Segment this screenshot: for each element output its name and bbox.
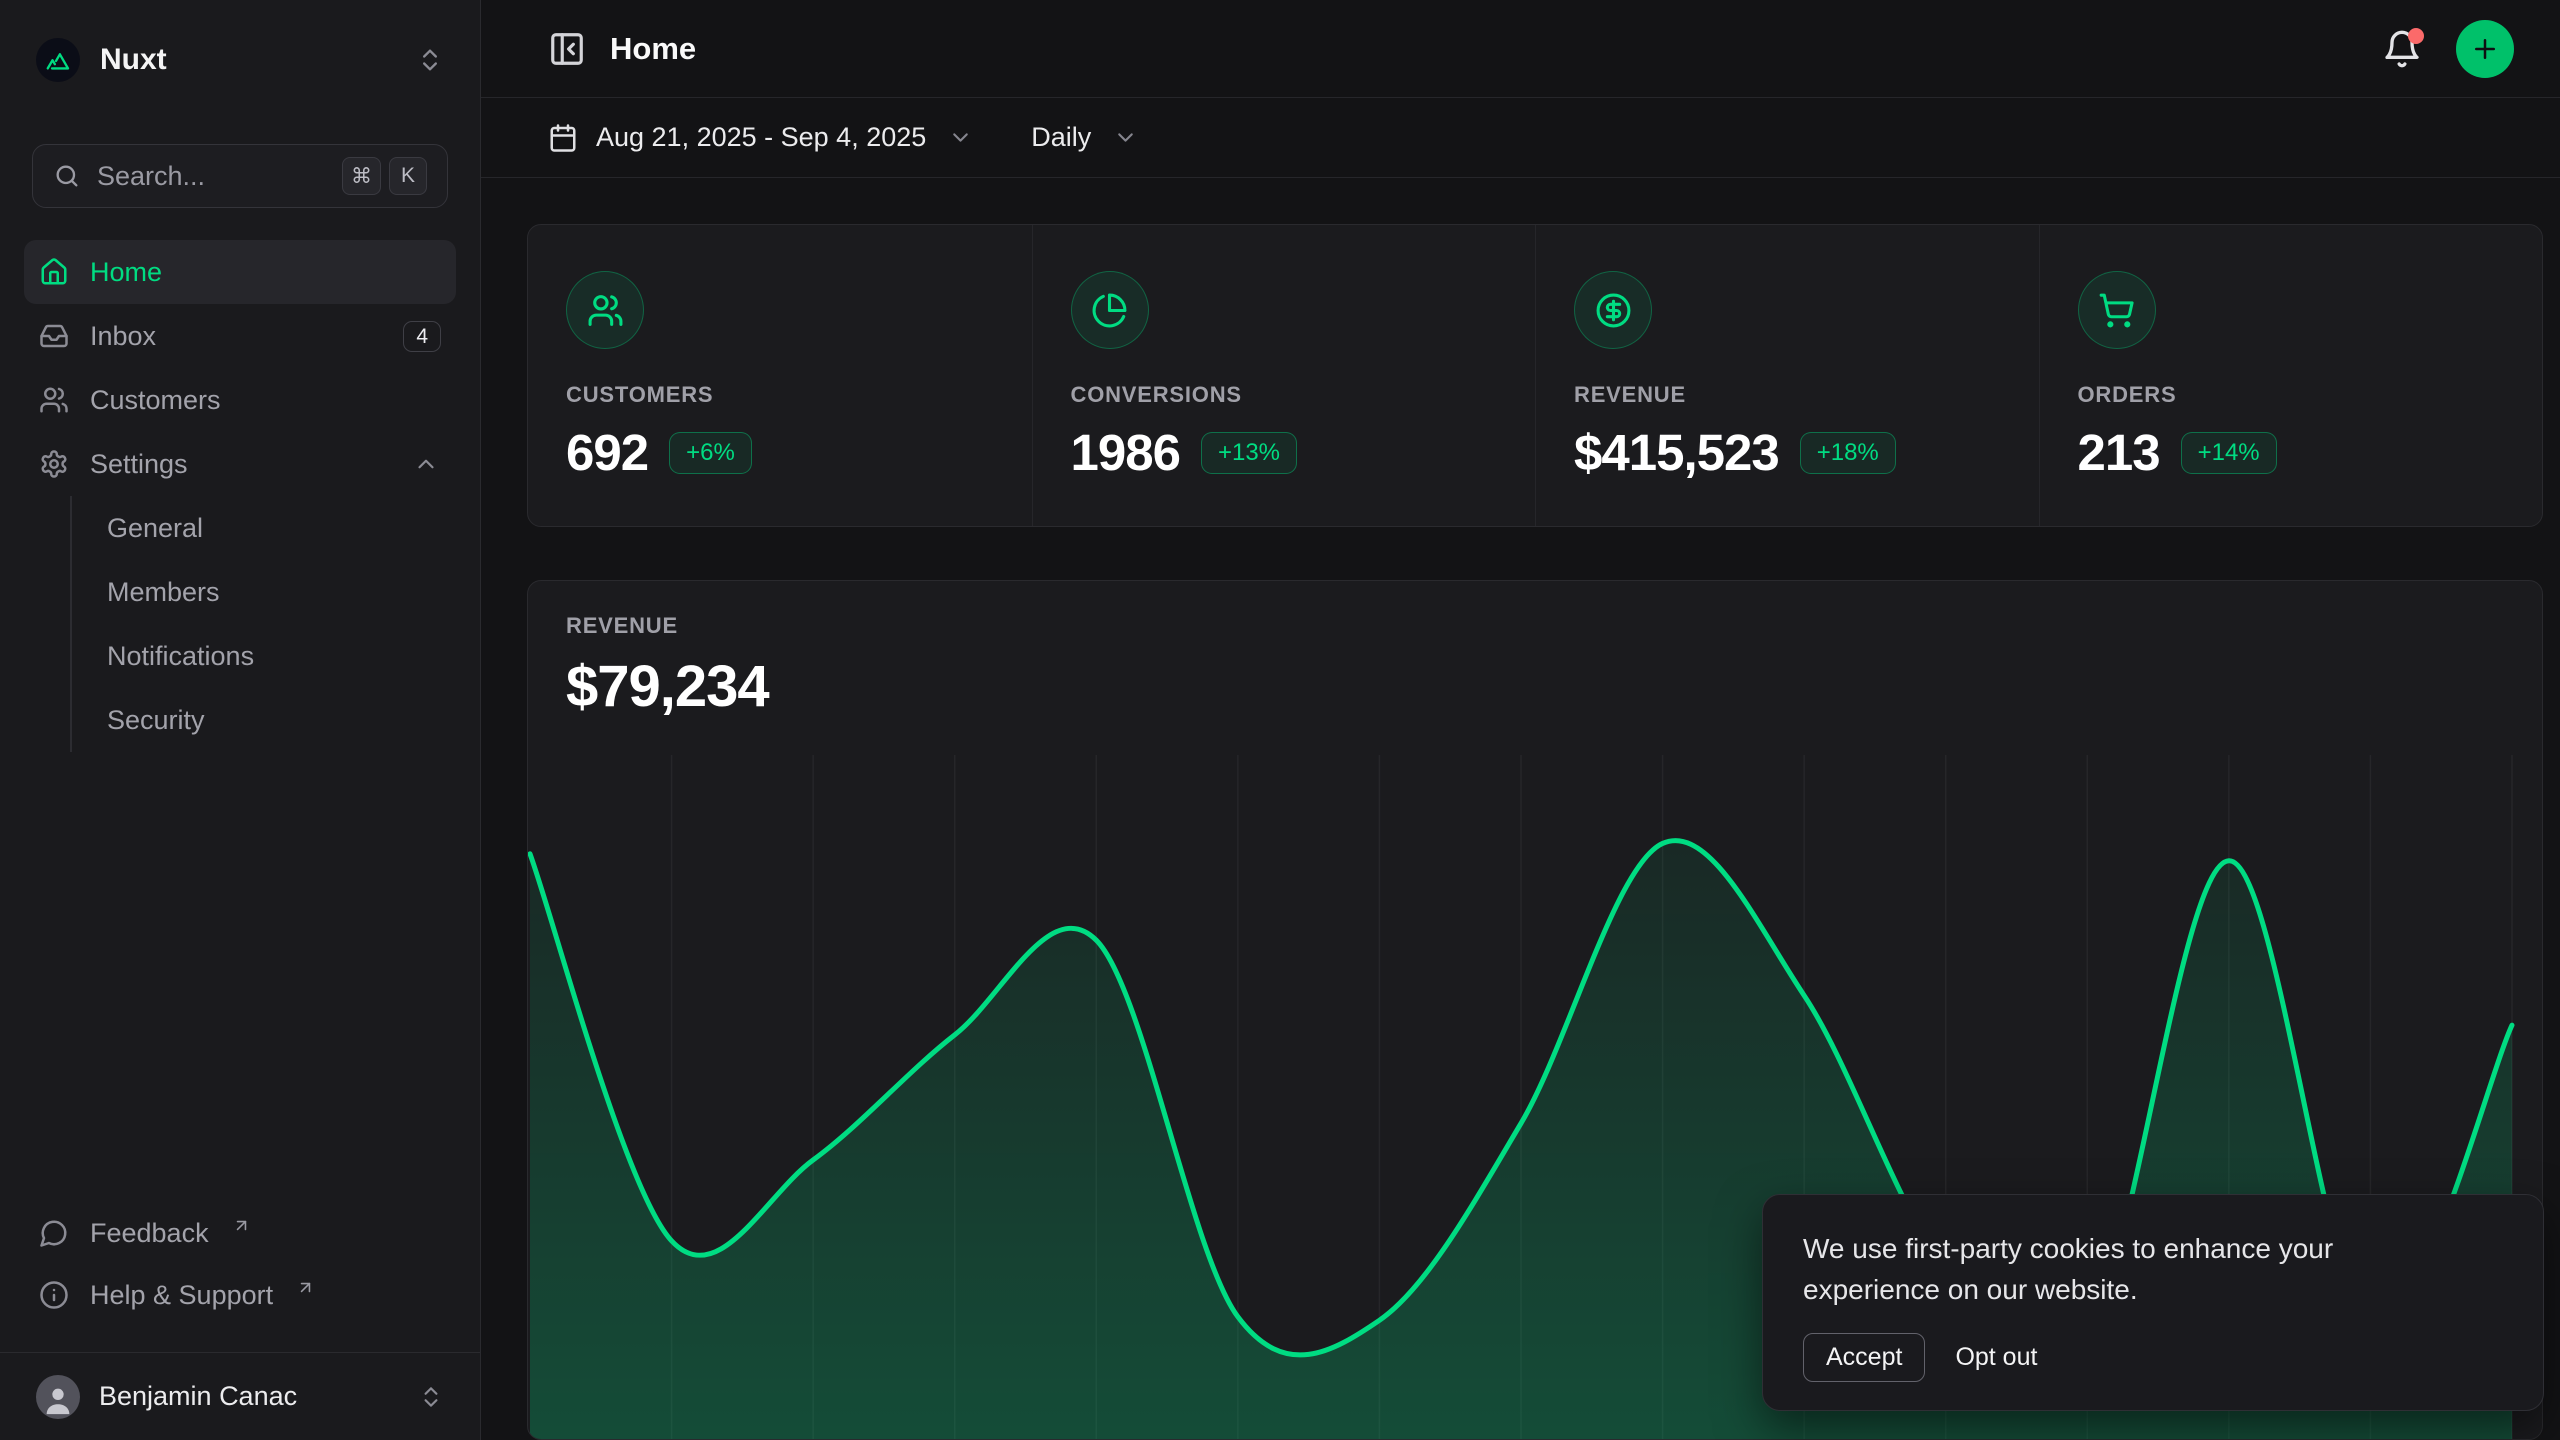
stat-delta-badge: +13%	[1201, 432, 1297, 474]
stat-delta-badge: +6%	[669, 432, 752, 474]
accept-cookies-button[interactable]: Accept	[1803, 1333, 1925, 1382]
granularity-select[interactable]: Daily	[1031, 122, 1138, 153]
calendar-icon	[548, 123, 578, 153]
kbd-k: K	[389, 157, 427, 195]
sidebar-item-inbox[interactable]: Inbox 4	[24, 304, 456, 368]
stat-value: $415,523	[1574, 423, 1779, 482]
stat-label: REVENUE	[1574, 382, 2039, 408]
nuxt-logo-icon	[36, 38, 80, 82]
gear-icon	[39, 449, 69, 479]
stat-label: CONVERSIONS	[1071, 382, 1536, 408]
stat-icon-circle	[1574, 271, 1652, 349]
avatar	[36, 1375, 80, 1419]
plus-icon	[2470, 34, 2500, 64]
cookie-banner: We use first-party cookies to enhance yo…	[1762, 1194, 2544, 1411]
chevrons-up-down-icon	[416, 46, 444, 74]
sidebar-item-home[interactable]: Home	[24, 240, 456, 304]
revenue-chart-label: REVENUE	[566, 613, 2542, 639]
home-icon	[39, 257, 69, 287]
chevron-down-icon	[1113, 125, 1138, 150]
chevrons-up-down-icon	[418, 1384, 444, 1410]
sidebar-spacer	[0, 752, 480, 1202]
stats-row: CUSTOMERS 692 +6% CONVERSIONS 1986 +13%	[527, 224, 2543, 527]
page-header: Home	[481, 0, 2560, 98]
date-range-value: Aug 21, 2025 - Sep 4, 2025	[596, 122, 926, 153]
users-icon	[587, 292, 624, 329]
stat-value: 1986	[1071, 423, 1180, 482]
sidebar-item-security[interactable]: Security	[72, 688, 456, 752]
sub-item-label: Security	[107, 705, 205, 736]
collapse-sidebar-button[interactable]	[548, 30, 586, 68]
add-button[interactable]	[2456, 20, 2514, 78]
sidebar-item-general[interactable]: General	[72, 496, 456, 560]
feedback-label: Feedback	[90, 1218, 209, 1249]
stat-icon-circle	[566, 271, 644, 349]
chevron-up-icon	[411, 451, 441, 477]
notification-dot	[2408, 28, 2424, 44]
sub-item-label: Members	[107, 577, 220, 608]
message-circle-icon	[39, 1218, 69, 1248]
chevron-down-icon	[948, 125, 973, 150]
page-title: Home	[610, 31, 696, 67]
stat-card-conversions[interactable]: CONVERSIONS 1986 +13%	[1032, 225, 1536, 526]
pie-chart-icon	[1091, 292, 1128, 329]
stat-card-customers[interactable]: CUSTOMERS 692 +6%	[528, 225, 1032, 526]
notifications-button[interactable]	[2382, 29, 2422, 69]
sub-item-label: General	[107, 513, 203, 544]
stat-label: CUSTOMERS	[566, 382, 1032, 408]
sidebar-item-notifications[interactable]: Notifications	[72, 624, 456, 688]
stat-card-orders[interactable]: ORDERS 213 +14%	[2039, 225, 2543, 526]
sidebar-item-label: Customers	[90, 385, 221, 416]
dollar-circle-icon	[1595, 292, 1632, 329]
external-link-arrow-icon	[232, 1216, 251, 1235]
granularity-value: Daily	[1031, 122, 1091, 153]
stat-icon-circle	[2078, 271, 2156, 349]
help-support-link[interactable]: Help & Support	[24, 1264, 456, 1326]
sidebar-item-settings[interactable]: Settings	[24, 432, 456, 496]
filters-toolbar: Aug 21, 2025 - Sep 4, 2025 Daily	[481, 98, 2560, 178]
optout-cookies-button[interactable]: Opt out	[1955, 1343, 2037, 1372]
stat-delta-badge: +14%	[2181, 432, 2277, 474]
users-icon	[39, 385, 69, 415]
search-input[interactable]: Search... ⌘ K	[32, 144, 448, 208]
stat-icon-circle	[1071, 271, 1149, 349]
cookie-message: We use first-party cookies to enhance yo…	[1803, 1228, 2423, 1310]
sidebar-item-label: Home	[90, 257, 162, 288]
search-placeholder: Search...	[97, 161, 205, 192]
stat-delta-badge: +18%	[1800, 432, 1896, 474]
stat-label: ORDERS	[2078, 382, 2543, 408]
shopping-cart-icon	[2098, 292, 2135, 329]
revenue-chart-value: $79,234	[566, 653, 2542, 720]
search-icon	[53, 162, 81, 190]
external-link-arrow-icon	[296, 1278, 315, 1297]
date-range-picker[interactable]: Aug 21, 2025 - Sep 4, 2025	[548, 122, 973, 153]
workspace-switcher[interactable]: Nuxt	[24, 26, 456, 94]
kbd-cmd: ⌘	[342, 157, 381, 195]
sidebar-item-label: Inbox	[90, 321, 156, 352]
help-support-label: Help & Support	[90, 1280, 273, 1311]
settings-subtree: General Members Notifications Security	[70, 496, 456, 752]
inbox-icon	[39, 321, 69, 351]
stat-card-revenue[interactable]: REVENUE $415,523 +18%	[1535, 225, 2039, 526]
search-shortcut: ⌘ K	[342, 157, 427, 195]
sidebar-item-customers[interactable]: Customers	[24, 368, 456, 432]
user-name: Benjamin Canac	[99, 1381, 297, 1412]
panel-left-close-icon	[548, 30, 586, 68]
stat-value: 692	[566, 423, 648, 482]
sub-item-label: Notifications	[107, 641, 254, 672]
workspace-name: Nuxt	[100, 43, 167, 77]
sidebar: Nuxt Search... ⌘ K Home Inbox 4 Cu	[0, 0, 481, 1440]
inbox-count-badge: 4	[403, 321, 441, 352]
sidebar-item-label: Settings	[90, 449, 188, 480]
sidebar-nav: Home Inbox 4 Customers Settings General …	[0, 208, 480, 752]
sidebar-footer-links: Feedback Help & Support	[0, 1202, 480, 1352]
app-root: Nuxt Search... ⌘ K Home Inbox 4 Cu	[0, 0, 2560, 1440]
sidebar-item-members[interactable]: Members	[72, 560, 456, 624]
stat-value: 213	[2078, 423, 2160, 482]
info-circle-icon	[39, 1280, 69, 1310]
user-menu[interactable]: Benjamin Canac	[0, 1352, 480, 1440]
feedback-link[interactable]: Feedback	[24, 1202, 456, 1264]
